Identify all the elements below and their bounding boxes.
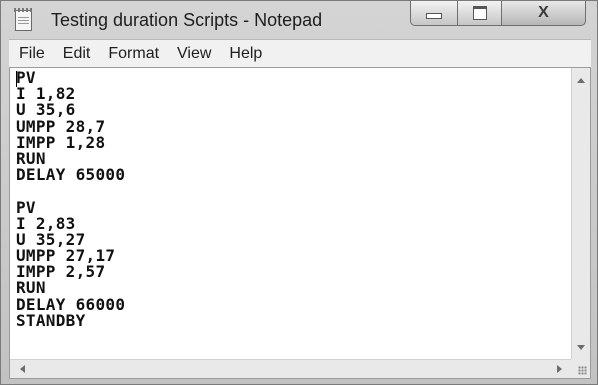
- editor-text-area[interactable]: PV I 1,82 U 35,6 UMPP 28,7 IMPP 1,28 RUN…: [16, 70, 566, 358]
- close-icon: X: [538, 4, 549, 21]
- editor-line: PV: [16, 197, 36, 217]
- text-caret: [16, 71, 17, 87]
- menu-format[interactable]: Format: [99, 40, 168, 68]
- editor-line: DELAY 66000: [16, 294, 126, 314]
- vertical-scrollbar[interactable]: [571, 68, 590, 360]
- text-editor[interactable]: PV I 1,82 U 35,6 UMPP 28,7 IMPP 1,28 RUN…: [9, 67, 591, 379]
- caption-buttons: X: [410, 1, 586, 28]
- notepad-window: Testing duration Scripts - Notepad X Fil…: [0, 0, 598, 385]
- editor-line: IMPP 1,28: [16, 132, 106, 152]
- maximize-icon: [472, 6, 487, 20]
- scroll-right-icon[interactable]: [557, 365, 562, 373]
- menu-edit[interactable]: Edit: [54, 40, 100, 68]
- close-button[interactable]: X: [502, 1, 586, 26]
- notepad-icon[interactable]: [14, 8, 33, 31]
- editor-line: I 1,82: [16, 84, 76, 104]
- minimize-icon: [426, 13, 442, 19]
- scroll-down-icon[interactable]: [577, 345, 585, 350]
- menu-help[interactable]: Help: [220, 40, 271, 68]
- menu-bar: File Edit Format View Help: [9, 39, 591, 68]
- title-bar[interactable]: Testing duration Scripts - Notepad X: [1, 1, 597, 39]
- scroll-up-icon[interactable]: [577, 78, 585, 83]
- editor-line: STANDBY: [16, 310, 86, 330]
- resize-grip-icon[interactable]: [571, 359, 590, 378]
- minimize-button[interactable]: [410, 1, 458, 26]
- editor-line: PV: [16, 70, 36, 87]
- editor-line: IMPP 2,57: [16, 262, 106, 282]
- horizontal-scrollbar[interactable]: [10, 359, 572, 378]
- menu-file[interactable]: File: [9, 40, 54, 68]
- window-title: Testing duration Scripts - Notepad: [51, 10, 323, 30]
- editor-line: I 2,83: [16, 213, 76, 233]
- scroll-left-icon[interactable]: [20, 365, 25, 373]
- editor-line: DELAY 65000: [16, 165, 126, 185]
- maximize-button[interactable]: [458, 1, 502, 26]
- menu-view[interactable]: View: [168, 40, 220, 68]
